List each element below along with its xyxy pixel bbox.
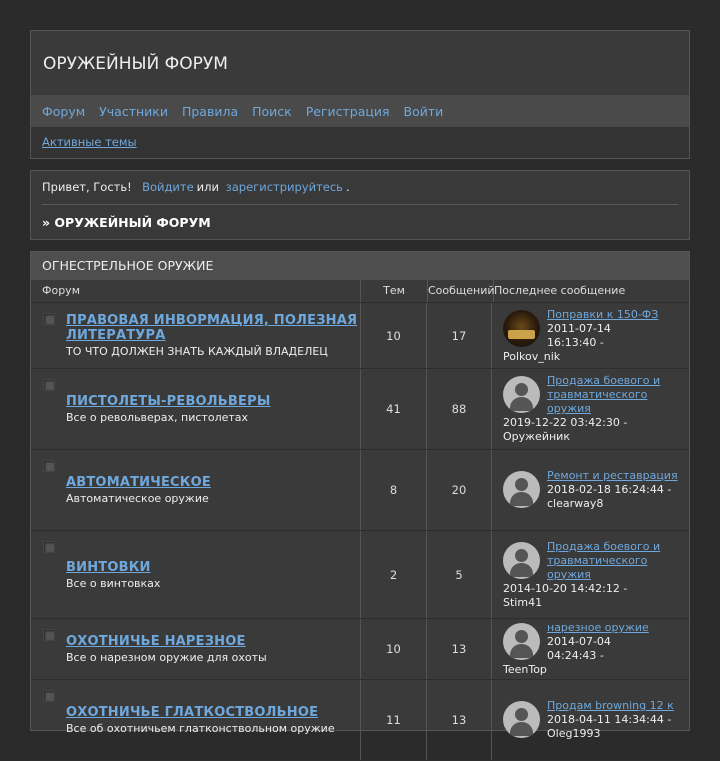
posts-count: 88 — [427, 369, 492, 449]
topics-count: 8 — [361, 450, 427, 530]
greeting-dot: . — [345, 180, 350, 194]
last-post-time: 2014-07-04 04:24:43 - — [547, 635, 611, 662]
last-post-time: 2018-02-18 16:24:44 - — [547, 483, 672, 496]
last-post: нарезное оружие 2014-07-04 04:24:43 - Teen… — [492, 619, 689, 679]
forum-row: ОХОТНИЧЬЕ ГЛАТКОСТВОЛЬНОЕ Все об охотничь… — [31, 680, 689, 761]
last-post: Поправки к 150-ФЗ 2011-07-14 16:13:40 - Po… — [492, 303, 689, 368]
forum-row: АВТОМАТИЧЕСКОЕ Автоматическое оружие 8 20 Ре… — [31, 450, 689, 531]
forum-icon — [43, 541, 55, 553]
col-topics: Тем — [361, 280, 428, 302]
forum-row: ОХОТНИЧЬЕ НАРЕЗНОЕ Все о нарезном оружие … — [31, 619, 689, 680]
forum-category: ОГНЕСТРЕЛЬНОЕ ОРУЖИЕ Форум Тем Сообщений… — [30, 251, 690, 761]
user-avatar[interactable] — [503, 471, 540, 508]
column-headers: Форум Тем Сообщений Последнее сообщение — [31, 280, 689, 303]
last-post-link[interactable]: Продам browning 12 к — [547, 699, 674, 712]
forum-cell: ОХОТНИЧЬЕ НАРЕЗНОЕ Все о нарезном оружие … — [31, 619, 361, 679]
forum-description: ТО ЧТО ДОЛЖЕН ЗНАТЬ КАЖДЫЙ ВЛАДЕЛЕЦ — [66, 345, 328, 358]
last-post-user: TeenTop — [503, 663, 547, 676]
user-avatar[interactable] — [503, 623, 540, 660]
last-post-user: Оружейник — [503, 430, 570, 443]
forum-link[interactable]: ПРАВОВАЯ ИНВОРМАЦИЯ, ПОЛЕЗНАЯ ЛИТЕРАТУРА — [66, 313, 357, 343]
login-link[interactable]: Войдите — [142, 180, 194, 194]
last-post-link[interactable]: Продажа боевого и травматического оружия — [547, 540, 660, 581]
forum-icon — [43, 379, 55, 391]
forum-icon — [43, 460, 55, 472]
greeting-text: Привет, Гость! — [42, 180, 132, 194]
topics-count: 2 — [361, 531, 427, 618]
forum-cell: ПРАВОВАЯ ИНВОРМАЦИЯ, ПОЛЕЗНАЯ ЛИТЕРАТУРА… — [31, 303, 361, 368]
posts-count: 20 — [427, 450, 492, 530]
last-post: Продажа боевого и травматического оружия… — [492, 531, 689, 618]
forum-icon — [43, 313, 55, 325]
posts-count: 13 — [427, 680, 492, 760]
site-header: ОРУЖЕЙНЫЙ ФОРУМ Форум Участники Правила … — [30, 30, 690, 159]
forum-link[interactable]: ВИНТОВКИ — [66, 560, 151, 575]
user-avatar[interactable] — [503, 541, 540, 579]
site-title: ОРУЖЕЙНЫЙ ФОРУМ — [31, 31, 689, 95]
col-forum: Форум — [31, 280, 361, 302]
last-post-link[interactable]: нарезное оружие — [547, 621, 649, 634]
forum-row: ПИСТОЛЕТЫ-РЕВОЛЬВЕРЫ Все о револьверах, п… — [31, 369, 689, 450]
forum-row: ВИНТОВКИ Все о винтовках 2 5 Продажа боевого… — [31, 531, 689, 619]
nav-register[interactable]: Регистрация — [306, 104, 390, 119]
forum-cell: ПИСТОЛЕТЫ-РЕВОЛЬВЕРЫ Все о револьверах, п… — [31, 369, 361, 449]
category-title: ОГНЕСТРЕЛЬНОЕ ОРУЖИЕ — [31, 252, 689, 280]
col-posts: Сообщений — [428, 280, 495, 302]
col-last: Последнее сообщение — [494, 284, 626, 297]
user-avatar[interactable] — [503, 376, 540, 413]
last-post: Продажа боевого и травматического оружия… — [492, 369, 689, 449]
topics-count: 10 — [361, 303, 427, 368]
last-post-user: clearway8 — [547, 497, 604, 510]
last-post: Продам browning 12 к 2018-04-11 14:34:44 … — [492, 680, 689, 760]
last-post-time: 2014-10-20 14:42:12 - — [503, 581, 628, 595]
last-post-time: 2011-07-14 16:13:40 - — [547, 321, 611, 349]
nav-login[interactable]: Войти — [404, 104, 444, 119]
posts-count: 13 — [427, 619, 492, 679]
greeting-or: или — [196, 180, 219, 194]
last-post: Ремонт и реставрация 2018-02-18 16:24:44 … — [492, 450, 689, 530]
last-post-user: Oleg1993 — [547, 727, 601, 740]
last-post-link[interactable]: Поправки к 150-ФЗ — [547, 308, 658, 321]
forum-cell: ОХОТНИЧЬЕ ГЛАТКОСТВОЛЬНОЕ Все об охотничь… — [31, 680, 361, 760]
forum-description: Все о нарезном оружие для охоты — [66, 651, 267, 664]
active-topics-link[interactable]: Активные темы — [42, 135, 137, 149]
forum-link[interactable]: ОХОТНИЧЬЕ НАРЕЗНОЕ — [66, 634, 246, 649]
forum-description: Все о револьверах, пистолетах — [66, 411, 249, 424]
last-post-link[interactable]: Продажа боевого и травматического оружия — [547, 374, 660, 415]
forum-row: ПРАВОВАЯ ИНВОРМАЦИЯ, ПОЛЕЗНАЯ ЛИТЕРАТУРА… — [31, 303, 689, 369]
register-link[interactable]: зарегистрируйтесь — [226, 180, 343, 194]
posts-count: 5 — [427, 531, 492, 618]
forum-description: Автоматическое оружие — [66, 492, 209, 505]
sub-nav: Активные темы — [31, 127, 689, 158]
topics-count: 11 — [361, 680, 427, 760]
forum-cell: АВТОМАТИЧЕСКОЕ Автоматическое оружие — [31, 450, 361, 530]
nav-forum[interactable]: Форум — [42, 104, 85, 119]
forum-link[interactable]: АВТОМАТИЧЕСКОЕ — [66, 475, 211, 490]
nav-search[interactable]: Поиск — [252, 104, 292, 119]
last-post-user: Stim41 — [503, 595, 543, 609]
last-post-user: Polkov_nik — [503, 349, 561, 363]
user-avatar[interactable] — [503, 309, 540, 347]
topics-count: 41 — [361, 369, 427, 449]
forum-description: Все об охотничьем глатконствольном оружи… — [66, 722, 335, 735]
breadcrumb: » ОРУЖЕЙНЫЙ ФОРУМ — [42, 215, 211, 230]
posts-count: 17 — [427, 303, 492, 368]
nav-rules[interactable]: Правила — [182, 104, 238, 119]
topics-count: 10 — [361, 619, 427, 679]
main-nav: Форум Участники Правила Поиск Регистраци… — [31, 95, 689, 127]
last-post-link[interactable]: Ремонт и реставрация — [547, 469, 678, 482]
forum-description: Все о винтовках — [66, 576, 161, 590]
nav-members[interactable]: Участники — [99, 104, 168, 119]
last-post-time: 2019-12-22 03:42:30 - — [503, 416, 628, 429]
forum-icon — [43, 690, 55, 702]
greeting-box: Привет, Гость! Войдите или зарегистрируйт… — [30, 170, 690, 240]
forum-cell: ВИНТОВКИ Все о винтовках — [31, 531, 361, 618]
greeting-line: Привет, Гость! Войдите или зарегистрируйт… — [42, 171, 678, 205]
forum-link[interactable]: ОХОТНИЧЬЕ ГЛАТКОСТВОЛЬНОЕ — [66, 705, 318, 720]
forum-link[interactable]: ПИСТОЛЕТЫ-РЕВОЛЬВЕРЫ — [66, 394, 271, 409]
forum-icon — [43, 629, 55, 641]
